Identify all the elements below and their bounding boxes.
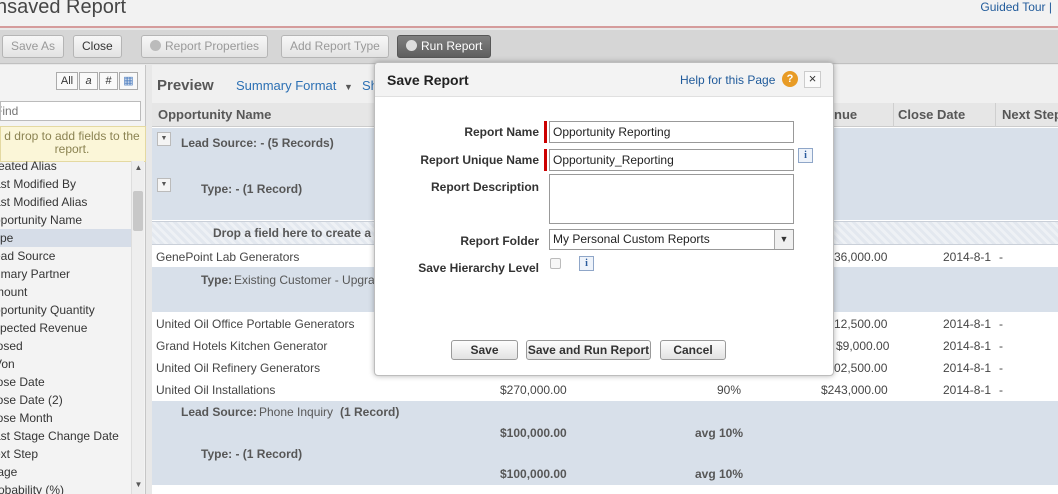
help-link[interactable]: Help for this Page [680, 73, 775, 87]
report-unique-name-label: Report Unique Name [420, 153, 539, 167]
save-hierarchy-checkbox[interactable] [550, 258, 561, 269]
report-description-label: Report Description [430, 180, 539, 194]
save-button[interactable]: Save [451, 340, 518, 360]
dialog-title: Save Report [387, 72, 469, 88]
report-folder-select[interactable]: My Personal Custom Reports ▼ [549, 229, 794, 250]
required-indicator [544, 121, 547, 143]
dialog-header: Save Report Help for this Page ? × [375, 63, 833, 97]
report-name-input[interactable] [549, 121, 794, 143]
help-icon[interactable]: ? [782, 71, 798, 87]
report-description-input[interactable] [549, 174, 794, 224]
required-indicator [544, 149, 547, 171]
close-icon[interactable]: × [804, 71, 821, 88]
cancel-button[interactable]: Cancel [660, 340, 726, 360]
save-report-dialog: Save Report Help for this Page ? × Repor… [374, 62, 834, 376]
info-icon[interactable]: i [798, 148, 813, 163]
save-and-run-button[interactable]: Save and Run Report [526, 340, 651, 360]
save-hierarchy-label: Save Hierarchy Level [418, 261, 539, 275]
report-folder-label: Report Folder [460, 234, 539, 248]
report-name-label: Report Name [464, 125, 539, 139]
report-folder-value: My Personal Custom Reports [553, 232, 710, 246]
report-unique-name-input[interactable] [549, 149, 794, 171]
chevron-down-icon[interactable]: ▼ [774, 230, 793, 249]
info-icon[interactable]: i [579, 256, 594, 271]
